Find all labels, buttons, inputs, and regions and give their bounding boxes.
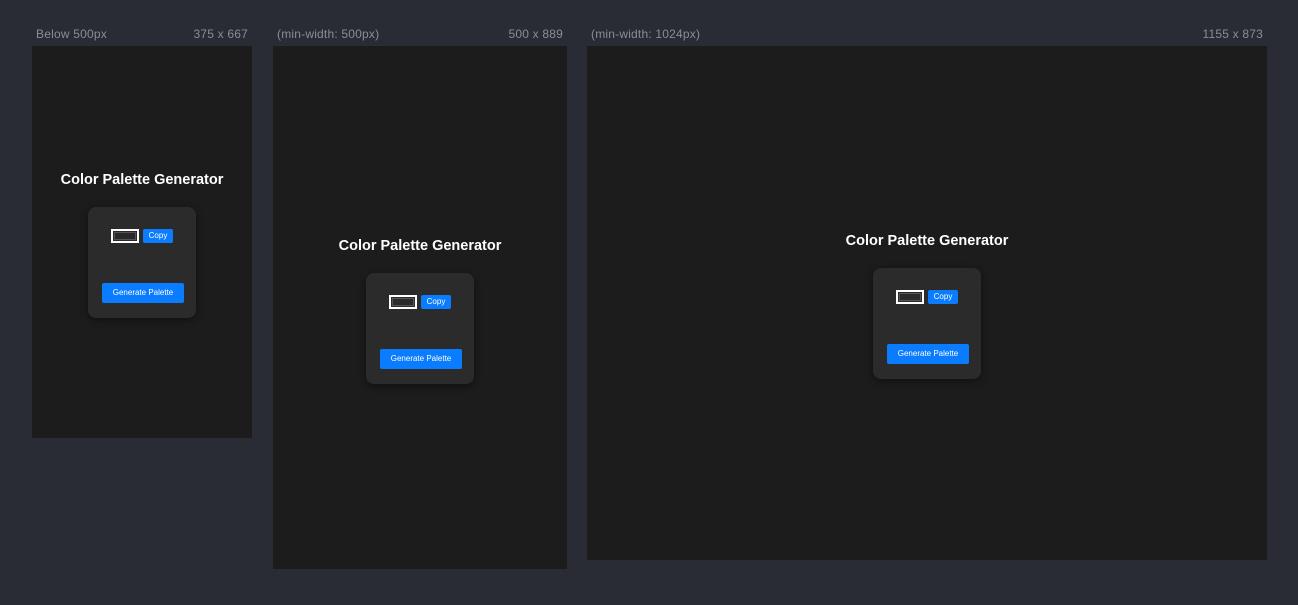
viewport-desktop: (min-width: 1024px) 1155 x 873 Color Pal… (587, 27, 1267, 560)
swatch-row: Copy (88, 229, 196, 243)
copy-button[interactable]: Copy (143, 229, 173, 243)
viewport-header: Below 500px 375 x 667 (36, 26, 248, 42)
viewport-frame: Color Palette Generator Copy Generate Pa… (32, 46, 252, 438)
viewport-breakpoint-label: (min-width: 1024px) (591, 27, 701, 41)
viewport-breakpoint-label: (min-width: 500px) (277, 27, 380, 41)
copy-button[interactable]: Copy (928, 290, 958, 304)
viewport-mobile: Below 500px 375 x 667 Color Palette Gene… (32, 27, 252, 438)
app-container: Color Palette Generator Copy Generate Pa… (32, 171, 252, 318)
viewport-frame: Color Palette Generator Copy Generate Pa… (587, 46, 1267, 560)
color-swatch[interactable] (389, 295, 417, 309)
viewport-header: (min-width: 500px) 500 x 889 (277, 26, 563, 42)
app-container: Color Palette Generator Copy Generate Pa… (587, 232, 1267, 379)
viewport-frame: Color Palette Generator Copy Generate Pa… (273, 46, 567, 569)
palette-card: Copy Generate Palette (88, 207, 196, 318)
viewport-breakpoint-label: Below 500px (36, 27, 107, 41)
viewport-size-label: 1155 x 873 (1202, 27, 1263, 41)
app-title: Color Palette Generator (338, 238, 502, 254)
generate-palette-button[interactable]: Generate Palette (102, 283, 184, 303)
app-container: Color Palette Generator Copy Generate Pa… (273, 237, 567, 384)
app-title: Color Palette Generator (845, 233, 1009, 249)
viewport-size-label: 375 x 667 (193, 27, 248, 41)
color-swatch[interactable] (111, 229, 139, 243)
generate-palette-button[interactable]: Generate Palette (380, 349, 462, 369)
palette-card: Copy Generate Palette (366, 273, 474, 384)
color-swatch[interactable] (896, 290, 924, 304)
copy-button[interactable]: Copy (421, 295, 451, 309)
viewport-size-label: 500 x 889 (508, 27, 563, 41)
app-title: Color Palette Generator (60, 172, 224, 188)
swatch-row: Copy (873, 290, 981, 304)
viewport-header: (min-width: 1024px) 1155 x 873 (591, 26, 1263, 42)
viewport-tablet: (min-width: 500px) 500 x 889 Color Palet… (273, 27, 567, 569)
swatch-row: Copy (366, 295, 474, 309)
responsive-preview-stage: Below 500px 375 x 667 Color Palette Gene… (0, 0, 1298, 605)
generate-palette-button[interactable]: Generate Palette (887, 344, 969, 364)
palette-card: Copy Generate Palette (873, 268, 981, 379)
